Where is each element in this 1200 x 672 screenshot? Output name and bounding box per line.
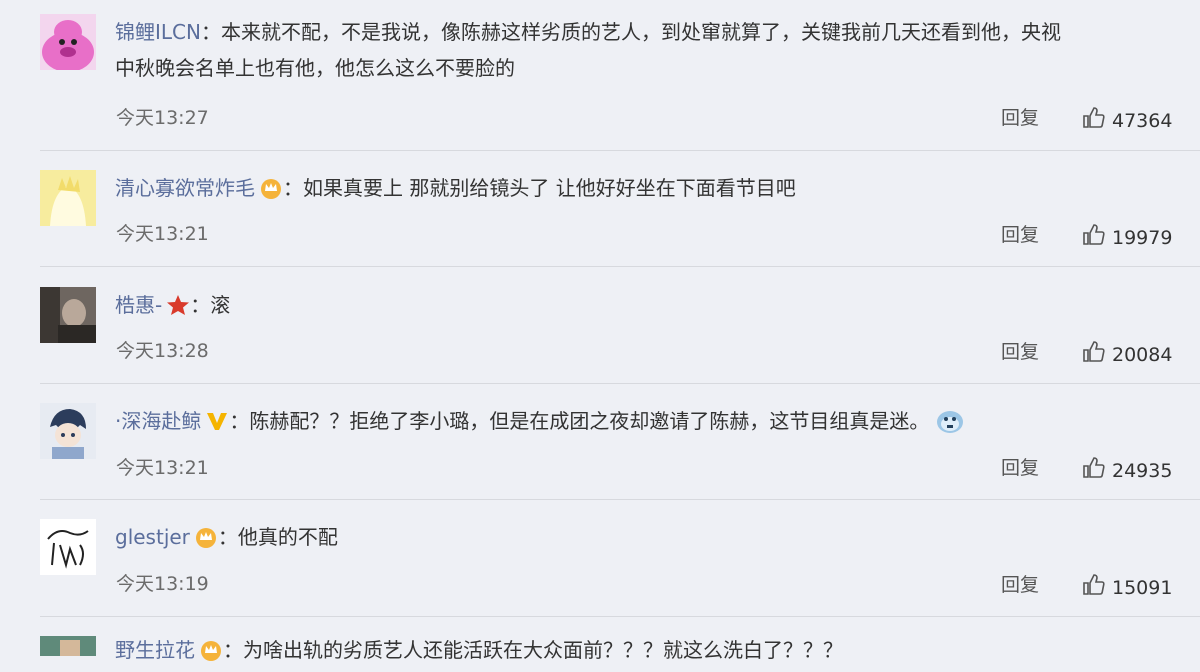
like-button[interactable]: 24935 (1082, 456, 1172, 485)
timestamp: 今天13:21 (116, 457, 209, 479)
reply-button[interactable]: 回复 (1001, 220, 1039, 247)
like-count: 19979 (1112, 226, 1173, 249)
divider (40, 150, 1200, 151)
reply-button[interactable]: 回复 (1001, 570, 1039, 597)
comment-body: 陈赫配？？拒绝了李小璐，但是在成团之夜却邀请了陈赫，这节目组真是迷。 (249, 409, 930, 433)
comment-body: 滚 (210, 293, 231, 317)
star-icon (166, 291, 190, 315)
thumbs-up-icon (1082, 340, 1106, 369)
comment-body: 他真的不配 (237, 525, 338, 549)
avatar[interactable] (40, 403, 96, 459)
like-button[interactable]: 15091 (1082, 573, 1172, 602)
thumbs-up-icon (1082, 573, 1106, 602)
like-button[interactable]: 20084 (1082, 340, 1172, 369)
reply-button[interactable]: 回复 (1001, 103, 1039, 130)
thumbs-up-icon (1082, 456, 1106, 485)
avatar[interactable] (40, 636, 96, 656)
comment-body: 如果真要上 那就别给镜头了 让他好好坐在下面看节目吧 (303, 176, 796, 200)
crown-icon (259, 174, 283, 199)
like-button[interactable]: 19979 (1082, 223, 1172, 252)
comment-text: 清心寡欲常炸毛 ：如果真要上 那就别给镜头了 让他好好坐在下面看节目吧 (115, 174, 796, 200)
timestamp: 今天13:27 (116, 107, 209, 129)
comment-body: 为啥出轨的劣质艺人还能活跃在大众面前？？？就这么洗白了？？？ (243, 638, 843, 662)
like-count: 15091 (1112, 576, 1173, 599)
avatar[interactable] (40, 287, 96, 343)
username-link[interactable]: ·深海赴鲸 (115, 409, 201, 433)
v-icon (205, 407, 229, 430)
username-link[interactable]: 梏惠- (115, 293, 162, 317)
username-link[interactable]: 锦鲤ILCN (115, 20, 201, 44)
reply-button[interactable]: 回复 (1001, 453, 1039, 480)
thumbs-up-icon (1082, 106, 1106, 135)
avatar[interactable] (40, 170, 96, 226)
username-link[interactable]: 野生拉花 (115, 638, 195, 662)
thumbs-up-icon (1082, 223, 1106, 252)
like-count: 20084 (1112, 343, 1173, 366)
timestamp: 今天13:19 (116, 573, 209, 595)
comment-text: glestjer ：他真的不配 (115, 523, 338, 549)
timestamp: 今天13:21 (116, 223, 209, 245)
crown-icon (194, 523, 218, 548)
username-link[interactable]: 清心寡欲常炸毛 (115, 176, 255, 200)
comment-text: ·深海赴鲸 ：陈赫配？？拒绝了李小璐，但是在成团之夜却邀请了陈赫，这节目组真是迷。 (115, 403, 1180, 439)
divider (40, 499, 1200, 500)
crown-icon (199, 636, 223, 661)
like-count: 24935 (1112, 459, 1173, 482)
avatar[interactable] (40, 14, 96, 70)
like-count: 47364 (1112, 109, 1173, 132)
comment-text: 锦鲤ILCN：本来就不配，不是我说，像陈赫这样劣质的艺人，到处窜就算了，关键我前… (115, 20, 1061, 80)
divider (40, 616, 1200, 617)
comment-text: 野生拉花 ：为啥出轨的劣质艺人还能活跃在大众面前？？？就这么洗白了？？？ (115, 636, 843, 662)
like-button[interactable]: 47364 (1082, 106, 1172, 135)
avatar[interactable] (40, 519, 96, 575)
divider (40, 383, 1200, 384)
comment-body: 本来就不配，不是我说，像陈赫这样劣质的艺人，到处窜就算了，关键我前几天还看到他，… (220, 20, 1061, 44)
username-link[interactable]: glestjer (115, 525, 190, 549)
reply-button[interactable]: 回复 (1001, 337, 1039, 364)
cold-face-emoji-icon (935, 406, 965, 434)
comment-text: 梏惠- ：滚 (115, 291, 231, 317)
comment-body-continued: 中秋晚会名单上也有他，他怎么这么不要脸的 (115, 56, 515, 80)
divider (40, 266, 1200, 267)
timestamp: 今天13:28 (116, 340, 209, 362)
